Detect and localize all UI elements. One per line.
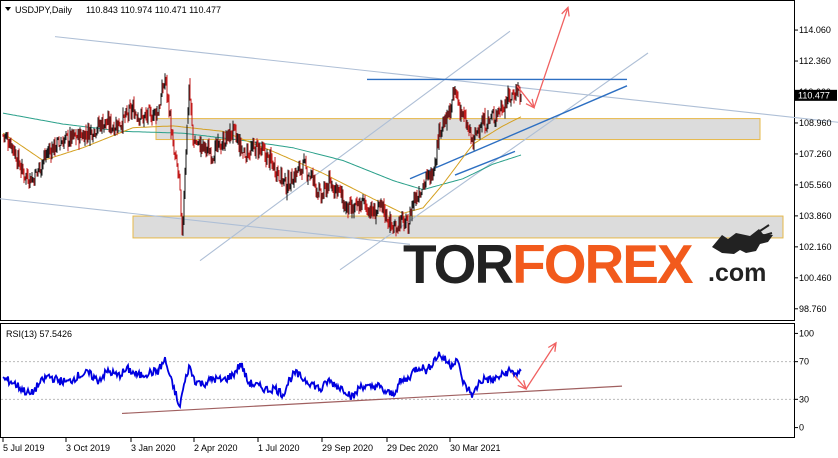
time-tick-label: 2 Apr 2020 <box>194 443 238 453</box>
resistance-zone <box>155 118 761 141</box>
rsi-tick-label: 100 <box>799 328 814 338</box>
rsi-tick-label: 30 <box>799 394 809 404</box>
price-axis: 114.060112.360110.660108.960107.260105.5… <box>794 25 832 314</box>
price-tick-label: 114.060 <box>799 25 831 35</box>
price-tick-label: 112.360 <box>799 56 831 66</box>
ohlc-readout: 110.843 110.974 110.471 110.477 <box>86 5 221 15</box>
current-price-tag: 110.477 <box>795 89 837 101</box>
watermark-part3: .com <box>708 259 766 287</box>
current-price-label: 110.477 <box>798 90 830 100</box>
price-tick-label: 98.760 <box>799 304 827 314</box>
time-tick-label: 3 Jan 2020 <box>131 443 176 453</box>
rsi-title: RSI(13) 57.5426 <box>6 329 72 339</box>
usdjpy-chart-window[interactable]: TORFOREX .com USDJPY,Daily 110.843 110.9… <box>0 0 838 458</box>
price-tick-label: 107.260 <box>799 149 832 159</box>
price-tick-label: 108.960 <box>799 118 832 128</box>
time-tick-label: 30 Mar 2021 <box>450 443 501 453</box>
price-tick-label: 100.460 <box>799 273 832 283</box>
svg-text:TORFOREX: TORFOREX <box>403 233 694 295</box>
chart-title: USDJPY,Daily <box>15 5 72 15</box>
rsi-tick-label: 70 <box>799 357 809 367</box>
time-tick-label: 5 Jul 2019 <box>3 443 45 453</box>
price-tick-label: 105.560 <box>799 180 832 190</box>
watermark-part2: FOREX <box>512 233 694 295</box>
price-tick-label: 102.160 <box>799 242 832 252</box>
price-tick-label: 103.860 <box>799 211 832 221</box>
rsi-axis: 100 70 30 0 <box>794 328 814 433</box>
time-axis: 5 Jul 2019 3 Oct 2019 3 Jan 2020 2 Apr 2020… <box>2 437 501 453</box>
time-tick-label: 3 Oct 2019 <box>66 443 110 453</box>
rsi-tick-label: 0 <box>799 423 804 433</box>
time-tick-label: 1 Jul 2020 <box>258 443 300 453</box>
time-tick-label: 29 Sep 2020 <box>322 443 373 453</box>
time-tick-label: 29 Dec 2020 <box>387 443 438 453</box>
watermark-part1: TOR <box>403 233 513 295</box>
